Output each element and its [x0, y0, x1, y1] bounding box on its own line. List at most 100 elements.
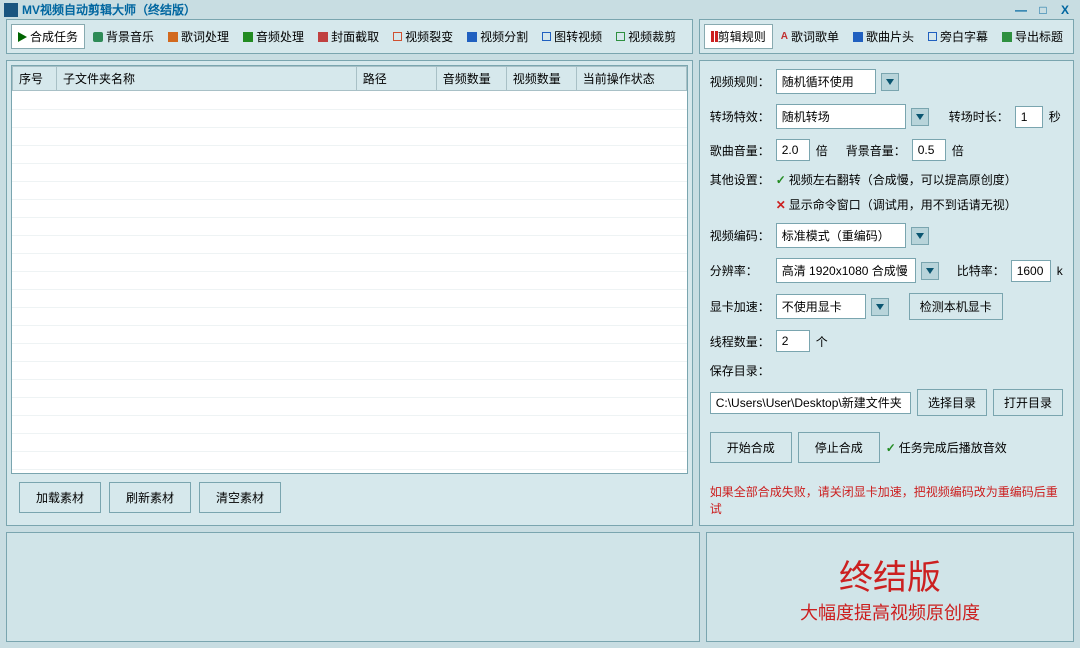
table-row[interactable] — [12, 343, 687, 361]
encode-dropdown-icon[interactable] — [911, 227, 929, 245]
crack-icon — [393, 32, 402, 41]
table-row[interactable] — [12, 379, 687, 397]
check-icon: ✓ — [776, 173, 786, 187]
tab-rotate[interactable]: 图转视频 — [536, 24, 608, 49]
encode-select[interactable]: 标准模式（重编码） — [776, 223, 906, 248]
col-header-1[interactable]: 子文件夹名称 — [57, 67, 357, 91]
col-header-2[interactable]: 路径 — [356, 67, 436, 91]
right-toolbar: 剪辑规则A歌词歌单歌曲片头旁白字幕导出标题 — [699, 19, 1074, 54]
tab-right-2[interactable]: 歌曲片头 — [847, 24, 920, 49]
video-rule-select[interactable]: 随机循环使用 — [776, 69, 876, 94]
promo-subtitle: 大幅度提高视频原创度 — [800, 599, 980, 625]
thread-label: 线程数量： — [710, 333, 770, 350]
table-row[interactable] — [12, 217, 687, 235]
warning-text: 如果全部合成失败，请关闭显卡加速，把视频编码改为重编码后重试 — [710, 483, 1063, 517]
play-icon — [18, 32, 27, 42]
thread-input[interactable] — [776, 330, 810, 352]
table-row[interactable] — [12, 235, 687, 253]
cross-icon: ✕ — [776, 198, 786, 212]
choose-dir-button[interactable]: 选择目录 — [917, 389, 987, 416]
bitrate-input[interactable] — [1011, 260, 1051, 282]
table-row[interactable] — [12, 433, 687, 451]
flip-checkbox[interactable]: ✓视频左右翻转（合成慢，可以提高原创度） — [776, 171, 1017, 188]
transition-dur-input[interactable] — [1015, 106, 1043, 128]
table-row[interactable] — [12, 181, 687, 199]
tab-split[interactable]: 视频分割 — [461, 24, 534, 49]
cover-icon — [318, 32, 328, 42]
tab-audio[interactable]: 音频处理 — [237, 24, 310, 49]
table-row[interactable] — [12, 289, 687, 307]
col-header-5[interactable]: 当前操作状态 — [576, 67, 686, 91]
lyric-icon — [168, 32, 178, 42]
sub-icon — [928, 32, 937, 41]
tab-crop[interactable]: 视频裁剪 — [610, 24, 682, 49]
table-row[interactable] — [12, 271, 687, 289]
tab-play[interactable]: 合成任务 — [11, 24, 85, 49]
task-table: 序号子文件夹名称路径音频数量视频数量当前操作状态 — [11, 65, 688, 474]
detect-gpu-button[interactable]: 检测本机显卡 — [909, 293, 1003, 320]
song-vol-input[interactable] — [776, 139, 810, 161]
tab-music[interactable]: 背景音乐 — [87, 24, 160, 49]
table-row[interactable] — [12, 199, 687, 217]
tab-right-3[interactable]: 旁白字幕 — [922, 24, 994, 49]
refresh-material-button[interactable]: 刷新素材 — [109, 482, 191, 513]
start-button[interactable]: 开始合成 — [710, 432, 792, 463]
tab-right-1[interactable]: A歌词歌单 — [775, 24, 845, 49]
table-row[interactable] — [12, 397, 687, 415]
transition-dropdown-icon[interactable] — [911, 108, 929, 126]
table-row[interactable] — [12, 361, 687, 379]
aa-icon: A — [781, 31, 788, 42]
tab-cover[interactable]: 封面截取 — [312, 24, 385, 49]
video-rule-label: 视频规则： — [710, 73, 770, 90]
table-row[interactable] — [12, 163, 687, 181]
clear-material-button[interactable]: 清空素材 — [199, 482, 281, 513]
open-dir-button[interactable]: 打开目录 — [993, 389, 1063, 416]
check-icon: ✓ — [886, 441, 896, 455]
table-row[interactable] — [12, 91, 687, 109]
tab-lyric[interactable]: 歌词处理 — [162, 24, 235, 49]
resolution-dropdown-icon[interactable] — [921, 262, 939, 280]
export-icon — [1002, 32, 1012, 42]
table-row[interactable] — [12, 451, 687, 469]
other-settings-label: 其他设置： — [710, 171, 770, 188]
audio-icon — [243, 32, 253, 42]
load-material-button[interactable]: 加载素材 — [19, 482, 101, 513]
show-cmd-checkbox[interactable]: ✕显示命令窗口（调试用，用不到话请无视） — [776, 196, 1017, 213]
transition-dur-label: 转场时长： — [949, 108, 1009, 125]
table-row[interactable] — [12, 145, 687, 163]
video-rule-dropdown-icon[interactable] — [881, 73, 899, 91]
table-row[interactable] — [12, 127, 687, 145]
col-header-0[interactable]: 序号 — [13, 67, 57, 91]
col-header-4[interactable]: 视频数量 — [506, 67, 576, 91]
crop-icon — [616, 32, 625, 41]
col-header-3[interactable]: 音频数量 — [436, 67, 506, 91]
song-vol-label: 歌曲音量： — [710, 142, 770, 159]
encode-label: 视频编码： — [710, 227, 770, 244]
save-path-input[interactable] — [710, 392, 911, 414]
bg-vol-input[interactable] — [912, 139, 946, 161]
table-row[interactable] — [12, 415, 687, 433]
transition-label: 转场特效： — [710, 108, 770, 125]
table-row[interactable] — [12, 253, 687, 271]
play-sound-checkbox[interactable]: ✓任务完成后播放音效 — [886, 439, 1007, 456]
transition-select[interactable]: 随机转场 — [776, 104, 906, 129]
gpu-select[interactable]: 不使用显卡 — [776, 294, 866, 319]
transition-dur-unit: 秒 — [1049, 108, 1061, 125]
log-panel — [6, 532, 700, 642]
tab-right-0[interactable]: 剪辑规则 — [704, 24, 773, 49]
close-button[interactable]: X — [1054, 3, 1076, 17]
gpu-dropdown-icon[interactable] — [871, 298, 889, 316]
table-row[interactable] — [12, 307, 687, 325]
resolution-label: 分辨率： — [710, 262, 770, 279]
tab-right-4[interactable]: 导出标题 — [996, 24, 1069, 49]
maximize-button[interactable]: □ — [1032, 3, 1054, 17]
minimize-button[interactable]: — — [1010, 3, 1032, 17]
stop-button[interactable]: 停止合成 — [798, 432, 880, 463]
music-icon — [93, 32, 103, 42]
left-toolbar: 合成任务背景音乐歌词处理音频处理封面截取视频裂变视频分割图转视频视频裁剪 — [6, 19, 693, 54]
tab-crack[interactable]: 视频裂变 — [387, 24, 459, 49]
resolution-select[interactable]: 高清 1920x1080 合成慢 — [776, 258, 916, 283]
bg-vol-unit: 倍 — [952, 142, 964, 159]
table-row[interactable] — [12, 325, 687, 343]
table-row[interactable] — [12, 109, 687, 127]
